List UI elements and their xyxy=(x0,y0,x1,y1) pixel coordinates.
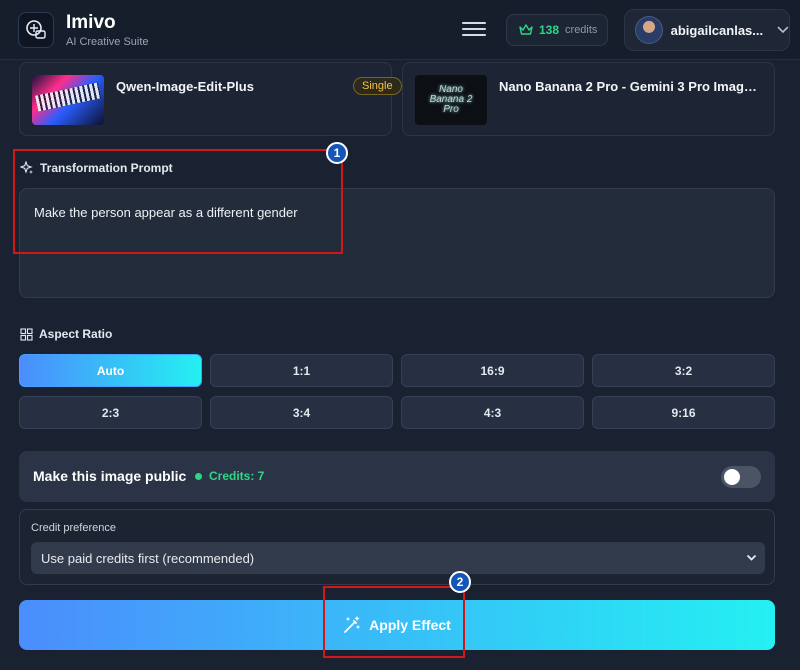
annotation-marker-2: 2 xyxy=(449,571,471,593)
aspect-ratio-1-1[interactable]: 1:1 xyxy=(210,354,393,387)
public-toggle-panel: Make this image public Credits: 7 xyxy=(19,451,775,502)
app-title: Imivo xyxy=(66,12,116,33)
status-dot xyxy=(195,473,202,480)
credit-preference-select[interactable]: Use paid credits first (recommended) xyxy=(31,542,765,574)
chevron-down-icon xyxy=(777,26,789,34)
username: abigailcanlas... xyxy=(670,22,764,38)
app-logo-icon[interactable] xyxy=(18,12,54,48)
credit-preference-panel: Credit preference Use paid credits first… xyxy=(19,509,775,585)
public-label: Make this image public xyxy=(33,468,187,484)
top-header: Imivo AI Creative Suite 138 credits abig… xyxy=(0,0,800,60)
crown-icon xyxy=(519,24,533,35)
model-thumbnail: Nano Banana 2 Pro xyxy=(415,75,487,125)
avatar xyxy=(635,16,663,44)
grid-icon xyxy=(20,327,33,341)
model-card-nano-banana[interactable]: Nano Banana 2 Pro Nano Banana 2 Pro - Ge… xyxy=(402,62,775,136)
annotation-box-2 xyxy=(323,586,465,658)
aspect-ratio-4-3[interactable]: 4:3 xyxy=(401,396,584,429)
public-toggle-switch[interactable] xyxy=(721,466,761,488)
aspect-ratio-9-16[interactable]: 9:16 xyxy=(592,396,775,429)
hamburger-menu-icon[interactable] xyxy=(462,19,486,39)
user-menu[interactable]: abigailcanlas... xyxy=(624,9,790,51)
single-badge: Single xyxy=(353,77,402,95)
aspect-ratio-3-4[interactable]: 3:4 xyxy=(210,396,393,429)
model-name: Nano Banana 2 Pro - Gemini 3 Pro Image P… xyxy=(499,79,763,94)
model-name: Qwen-Image-Edit-Plus xyxy=(116,79,254,94)
aspect-ratio-16-9[interactable]: 16:9 xyxy=(401,354,584,387)
annotation-box-1 xyxy=(13,149,343,254)
model-card-qwen[interactable]: Qwen-Image-Edit-Plus Single xyxy=(19,62,402,136)
aspect-ratio-auto[interactable]: Auto xyxy=(19,354,202,387)
credits-indicator[interactable]: 138 credits xyxy=(506,14,608,46)
aspect-ratio-label: Aspect Ratio xyxy=(20,327,112,341)
credits-count: 138 xyxy=(539,23,560,37)
credit-preference-value: Use paid credits first (recommended) xyxy=(41,550,255,566)
app-subtitle: AI Creative Suite xyxy=(66,36,149,48)
model-thumbnail xyxy=(32,75,104,125)
credit-preference-label: Credit preference xyxy=(31,522,116,534)
public-credits-cost: Credits: 7 xyxy=(209,469,265,483)
chevron-down-icon xyxy=(746,554,757,561)
aspect-ratio-3-2[interactable]: 3:2 xyxy=(592,354,775,387)
annotation-marker-1: 1 xyxy=(326,142,348,164)
credits-label: credits xyxy=(565,24,598,36)
aspect-ratio-2-3[interactable]: 2:3 xyxy=(19,396,202,429)
